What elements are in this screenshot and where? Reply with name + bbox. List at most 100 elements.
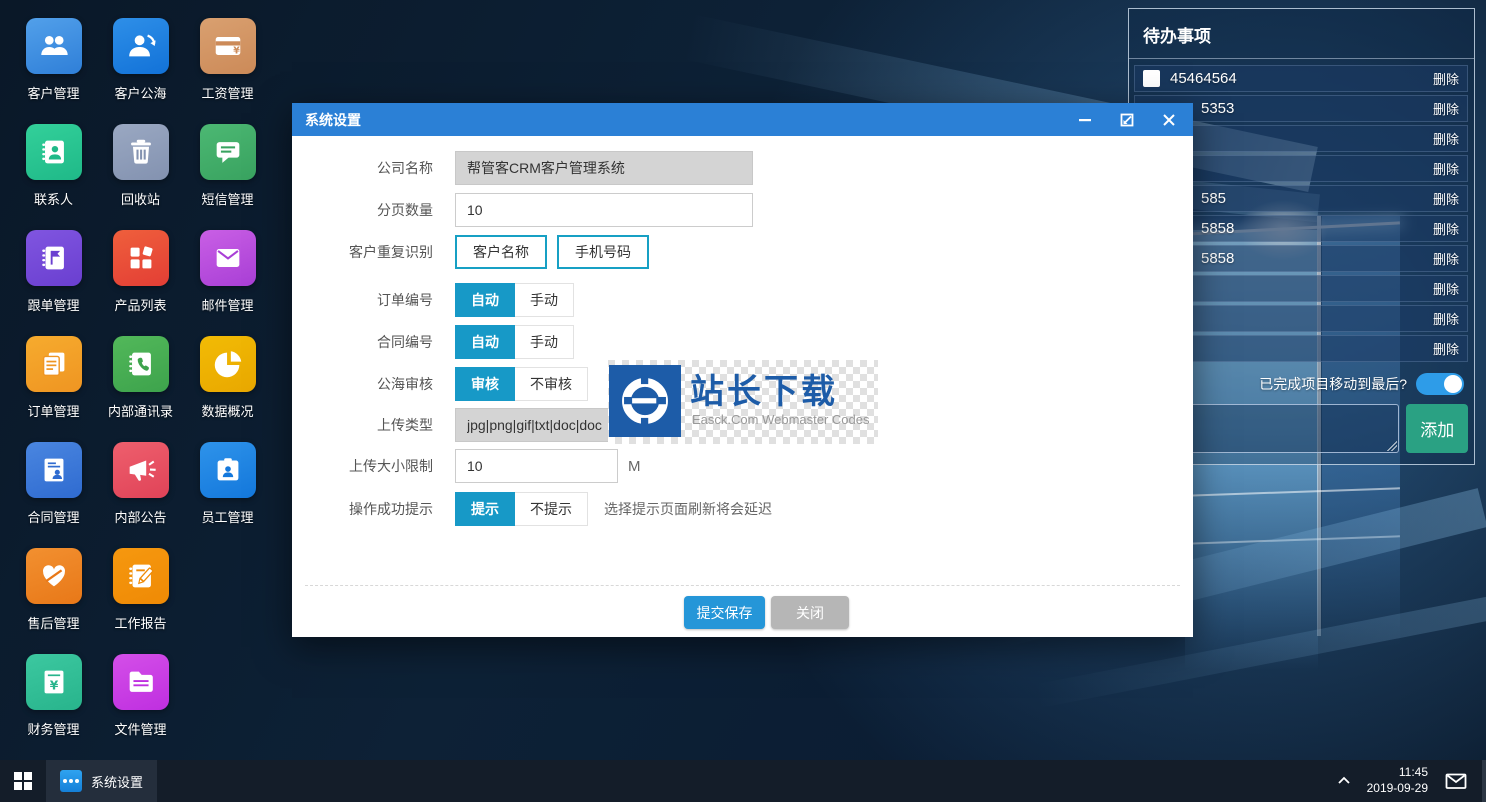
- add-todo-button[interactable]: 添加: [1406, 404, 1468, 453]
- action-center-icon[interactable]: [1444, 770, 1468, 792]
- show-desktop-button[interactable]: [1482, 760, 1486, 802]
- segment-option[interactable]: 不审核: [515, 367, 588, 401]
- segmented-control: 审核不审核: [455, 367, 588, 401]
- desktop-icon-person[interactable]: 客户公海: [97, 18, 184, 124]
- todo-delete-button[interactable]: 删除: [1433, 129, 1459, 148]
- submit-save-button[interactable]: 提交保存: [684, 596, 765, 629]
- desktop-icon-finance[interactable]: ¥ 财务管理: [10, 654, 97, 760]
- todo-item-row: 45464564删除: [1134, 65, 1468, 92]
- desktop-icon-mail[interactable]: 邮件管理: [184, 230, 271, 336]
- desktop-icon-aftersale[interactable]: 售后管理: [10, 548, 97, 654]
- desktop-icon-sms[interactable]: 短信管理: [184, 124, 271, 230]
- todo-delete-button[interactable]: 删除: [1433, 159, 1459, 178]
- watermark-title: 站长下载: [690, 364, 838, 413]
- clock-time: 11:45: [1367, 765, 1428, 781]
- segment-option[interactable]: 手动: [515, 325, 574, 359]
- text-input[interactable]: [455, 449, 618, 483]
- move-completed-toggle[interactable]: [1416, 373, 1464, 395]
- person-icon: [113, 18, 169, 74]
- desktop-icon-folder[interactable]: 文件管理: [97, 654, 184, 760]
- desktop-icon-card[interactable]: ¥工资管理: [184, 18, 271, 124]
- desktop-icon-trash[interactable]: 回收站: [97, 124, 184, 230]
- field-label: 上传类型: [292, 415, 433, 435]
- field-label: 操作成功提示: [292, 499, 433, 519]
- form-row: 操作成功提示提示不提示选择提示页面刷新将会延迟: [292, 492, 772, 526]
- todo-delete-button[interactable]: 删除: [1433, 189, 1459, 208]
- unit-suffix: M: [628, 458, 641, 475]
- desktop-icon-label: 跟单管理: [27, 295, 79, 314]
- field-control: [455, 151, 753, 185]
- desktop-icon-label: 内部通讯录: [108, 401, 173, 420]
- minimize-icon[interactable]: [1073, 109, 1097, 131]
- dialog-footer-buttons: 提交保存 关闭: [684, 596, 849, 629]
- start-button[interactable]: [0, 760, 46, 802]
- desktop-icon-announce[interactable]: 内部公告: [97, 442, 184, 548]
- desktop-icon-label: 员工管理: [201, 507, 253, 526]
- chip-option[interactable]: 手机号码: [557, 235, 649, 269]
- textarea-resize-grip[interactable]: [1387, 441, 1397, 451]
- finance-icon: ¥: [26, 654, 82, 710]
- desktop-icon-orders[interactable]: 订单管理: [10, 336, 97, 442]
- app-icon: [60, 770, 82, 792]
- field-control: 自动手动: [455, 325, 574, 359]
- text-input[interactable]: [455, 193, 753, 227]
- desktop-icon-label: 工资管理: [201, 83, 253, 102]
- folder-icon: [113, 654, 169, 710]
- desktop-icon-label: 订单管理: [27, 401, 79, 420]
- field-label: 分页数量: [292, 200, 433, 220]
- form-row: 订单编号自动手动: [292, 283, 574, 317]
- maximize-icon[interactable]: [1115, 109, 1139, 131]
- taskbar-item-system-settings[interactable]: 系统设置: [46, 760, 157, 802]
- window-controls: [1073, 103, 1181, 136]
- phonebook-icon: [113, 336, 169, 392]
- chevron-up-icon[interactable]: [1337, 775, 1351, 787]
- todo-delete-button[interactable]: 删除: [1433, 249, 1459, 268]
- desktop-icon-pie[interactable]: 数据概况: [184, 336, 271, 442]
- desktop-icon-badge[interactable]: 员工管理: [184, 442, 271, 548]
- segment-option[interactable]: 提示: [455, 492, 515, 526]
- desktop-icon-label: 客户公海: [114, 83, 166, 102]
- desktop-icon-phonebook[interactable]: 内部通讯录: [97, 336, 184, 442]
- todo-delete-button[interactable]: 删除: [1433, 279, 1459, 298]
- field-control: [455, 193, 753, 227]
- todo-delete-button[interactable]: 删除: [1433, 219, 1459, 238]
- form-row: 公司名称: [292, 151, 753, 185]
- todo-delete-button[interactable]: 删除: [1433, 339, 1459, 358]
- desktop-icon-label: 工作报告: [114, 613, 166, 632]
- desktop-icon-report[interactable]: 工作报告: [97, 548, 184, 654]
- desktop-icon-label: 客户管理: [27, 83, 79, 102]
- pie-icon: [200, 336, 256, 392]
- desktop-icon-label: 联系人: [34, 189, 73, 208]
- dialog-titlebar[interactable]: 系统设置: [292, 103, 1193, 136]
- close-button[interactable]: 关闭: [771, 596, 849, 629]
- orders-icon: [26, 336, 82, 392]
- todo-checkbox[interactable]: [1143, 70, 1160, 87]
- desktop-icon-contacts[interactable]: 联系人: [10, 124, 97, 230]
- todo-delete-button[interactable]: 删除: [1433, 99, 1459, 118]
- field-label: 上传大小限制: [292, 456, 433, 476]
- desktop-icon-label: 回收站: [121, 189, 160, 208]
- segment-option[interactable]: 不提示: [515, 492, 588, 526]
- chip-option[interactable]: 客户名称: [455, 235, 547, 269]
- todo-delete-button[interactable]: 删除: [1433, 69, 1459, 88]
- desktop-icon-people[interactable]: 客户管理: [10, 18, 97, 124]
- segment-option[interactable]: 手动: [515, 283, 574, 317]
- todo-delete-button[interactable]: 删除: [1433, 309, 1459, 328]
- sms-icon: [200, 124, 256, 180]
- form-row: 合同编号自动手动: [292, 325, 574, 359]
- taskbar-clock[interactable]: 11:45 2019-09-29: [1367, 765, 1428, 796]
- desktop-icon-follow[interactable]: 跟单管理: [10, 230, 97, 336]
- desktop-icon-contract[interactable]: 合同管理: [10, 442, 97, 548]
- segment-option[interactable]: 自动: [455, 283, 515, 317]
- desktop-icon-grid[interactable]: 产品列表: [97, 230, 184, 336]
- text-input: [455, 151, 753, 185]
- desktop-icon-label: 财务管理: [27, 719, 79, 738]
- segment-option[interactable]: 审核: [455, 367, 515, 401]
- close-icon[interactable]: [1157, 109, 1181, 131]
- desktop-icon-label: 售后管理: [27, 613, 79, 632]
- segment-option[interactable]: 自动: [455, 325, 515, 359]
- toggle-knob: [1444, 375, 1462, 393]
- people-icon: [26, 18, 82, 74]
- field-label: 公海审核: [292, 374, 433, 394]
- watermark-subtitle: Easck.Com Webmaster Codes: [692, 412, 870, 427]
